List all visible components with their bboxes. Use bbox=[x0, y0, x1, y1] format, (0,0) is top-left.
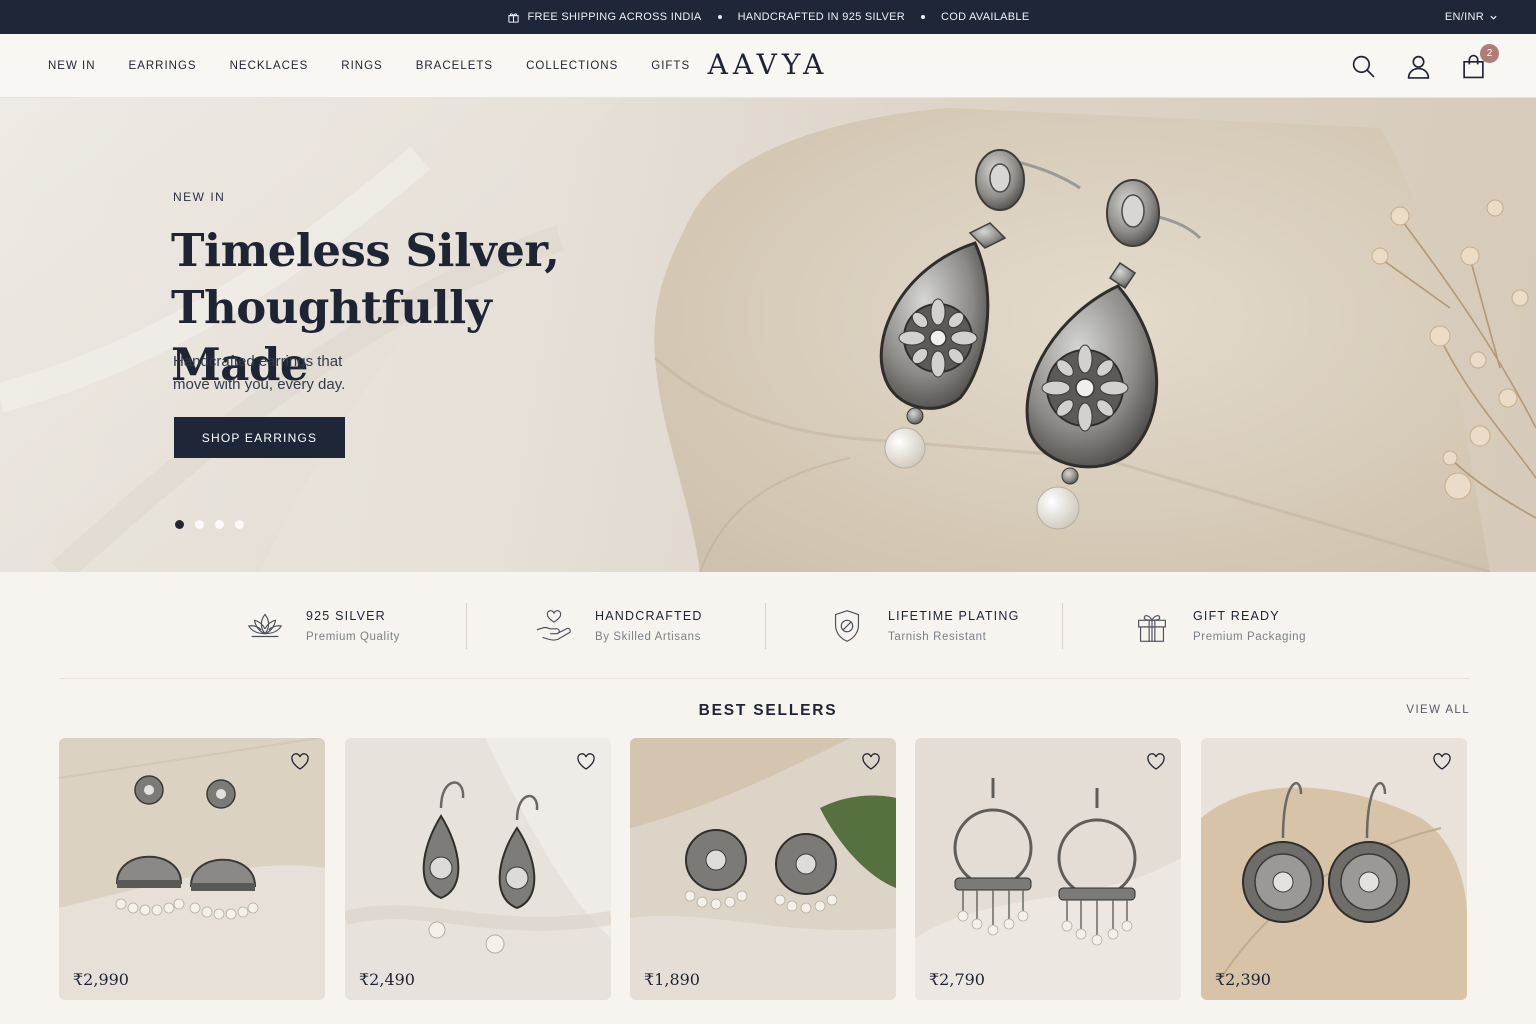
feature-handcrafted-subtitle: By Skilled Artisans bbox=[595, 631, 701, 643]
locale-selector[interactable]: EN/INR bbox=[1445, 0, 1498, 34]
heart-icon bbox=[1433, 753, 1451, 770]
feature-plating: LIFETIME PLATING Tarnish Resistant bbox=[826, 602, 1020, 650]
hero-banner: NEW IN Timeless Silver, Thoughtfully Mad… bbox=[0, 98, 1536, 572]
product-card[interactable]: ₹2,490 bbox=[345, 738, 611, 1000]
site-header: NEW IN EARRINGS NECKLACES RINGS BRACELET… bbox=[0, 34, 1536, 98]
product-price: ₹2,490 bbox=[359, 970, 415, 989]
heart-icon bbox=[577, 753, 595, 770]
heart-icon bbox=[291, 753, 309, 770]
carousel-dot-4[interactable] bbox=[235, 520, 244, 529]
feature-strip: 925 SILVER Premium Quality HANDCRAFTED B… bbox=[60, 572, 1470, 679]
wishlist-button[interactable] bbox=[290, 752, 310, 772]
shipping-message-text: FREE SHIPPING ACROSS INDIA bbox=[527, 11, 702, 23]
product-image-disc-drops bbox=[1201, 738, 1467, 1000]
account-button[interactable] bbox=[1406, 54, 1431, 79]
feature-plating-subtitle: Tarnish Resistant bbox=[888, 631, 987, 643]
nav-bracelets[interactable]: BRACELETS bbox=[416, 60, 493, 72]
hero-title-line-1: Timeless Silver, bbox=[171, 224, 560, 277]
feature-plating-title: LIFETIME PLATING bbox=[888, 609, 1020, 623]
feature-silver: 925 SILVER Premium Quality bbox=[244, 602, 400, 650]
account-icon bbox=[1407, 55, 1430, 79]
carousel-dot-1[interactable] bbox=[175, 520, 184, 529]
gift-icon bbox=[1138, 615, 1166, 642]
feature-divider bbox=[765, 603, 766, 649]
product-image-floral-studs bbox=[630, 738, 896, 1000]
carousel-dot-3[interactable] bbox=[215, 520, 224, 529]
product-card[interactable]: ₹2,790 bbox=[915, 738, 1181, 1000]
wishlist-button[interactable] bbox=[1146, 752, 1166, 772]
lotus-icon bbox=[247, 613, 283, 638]
nav-new-in[interactable]: NEW IN bbox=[48, 60, 96, 72]
carousel-dots bbox=[175, 520, 244, 529]
feature-gift-title: GIFT READY bbox=[1193, 609, 1280, 623]
chevron-down-icon bbox=[1490, 15, 1497, 20]
feature-gift: GIFT READY Premium Packaging bbox=[1131, 602, 1306, 650]
nav-gifts[interactable]: GIFTS bbox=[651, 60, 690, 72]
product-image-hoop-drops bbox=[915, 738, 1181, 1000]
main-nav: NEW IN EARRINGS NECKLACES RINGS BRACELET… bbox=[48, 34, 690, 98]
heart-icon bbox=[1147, 753, 1165, 770]
hand-heart-icon bbox=[536, 610, 571, 641]
feature-silver-subtitle: Premium Quality bbox=[306, 631, 400, 643]
carousel-dot-2[interactable] bbox=[195, 520, 204, 529]
product-price: ₹1,890 bbox=[644, 970, 700, 989]
feature-divider bbox=[466, 603, 467, 649]
nav-earrings[interactable]: EARRINGS bbox=[129, 60, 197, 72]
shipping-message: FREE SHIPPING ACROSS INDIA bbox=[507, 11, 702, 24]
shipping-gift-icon bbox=[507, 12, 519, 23]
view-all-link[interactable]: VIEW ALL bbox=[1406, 704, 1470, 716]
search-icon bbox=[1352, 55, 1375, 78]
handcrafted-message: HANDCRAFTED IN 925 SILVER bbox=[737, 11, 906, 23]
hero-subtitle-line-1: Handcrafted earrings that bbox=[173, 353, 343, 370]
product-price: ₹2,790 bbox=[929, 970, 985, 989]
shield-icon bbox=[834, 610, 860, 642]
product-card[interactable]: ₹2,990 bbox=[59, 738, 325, 1000]
feature-handcrafted: HANDCRAFTED By Skilled Artisans bbox=[533, 602, 703, 650]
nav-collections[interactable]: COLLECTIONS bbox=[526, 60, 618, 72]
locale-label: EN/INR bbox=[1444, 11, 1484, 23]
cart-count-badge: 2 bbox=[1480, 43, 1499, 63]
shop-earrings-button[interactable]: SHOP EARRINGS bbox=[174, 417, 345, 458]
feature-handcrafted-title: HANDCRAFTED bbox=[595, 609, 703, 623]
wishlist-button[interactable] bbox=[861, 752, 881, 772]
feature-silver-title: 925 SILVER bbox=[306, 609, 386, 623]
product-image-teardrop bbox=[345, 738, 611, 1000]
nav-rings[interactable]: RINGS bbox=[341, 60, 382, 72]
cod-message: COD AVAILABLE bbox=[941, 11, 1030, 23]
feature-gift-subtitle: Premium Packaging bbox=[1193, 631, 1307, 643]
best-sellers-title: BEST SELLERS bbox=[698, 702, 838, 719]
announcement-bar: FREE SHIPPING ACROSS INDIA HANDCRAFTED I… bbox=[0, 0, 1536, 34]
separator-dot bbox=[717, 15, 722, 19]
hero-subtitle-line-2: move with you, every day. bbox=[173, 376, 346, 393]
header-actions: 2 bbox=[1351, 34, 1499, 98]
hero-subtitle: Handcrafted earrings that move with you,… bbox=[173, 350, 393, 396]
heart-icon bbox=[862, 753, 880, 770]
wishlist-button[interactable] bbox=[1432, 752, 1452, 772]
product-price: ₹2,390 bbox=[1215, 970, 1271, 989]
hero-eyebrow: NEW IN bbox=[173, 190, 226, 204]
separator-dot bbox=[921, 15, 926, 19]
product-card[interactable]: ₹2,390 bbox=[1201, 738, 1467, 1000]
product-image-jhumka bbox=[59, 738, 325, 1000]
feature-divider bbox=[1062, 603, 1063, 649]
wishlist-button[interactable] bbox=[576, 752, 596, 772]
nav-necklaces[interactable]: NECKLACES bbox=[230, 60, 309, 72]
cart-button[interactable]: 2 bbox=[1461, 43, 1499, 79]
product-price: ₹2,990 bbox=[73, 970, 129, 989]
product-card[interactable]: ₹1,890 bbox=[630, 738, 896, 1000]
search-button[interactable] bbox=[1351, 54, 1376, 79]
